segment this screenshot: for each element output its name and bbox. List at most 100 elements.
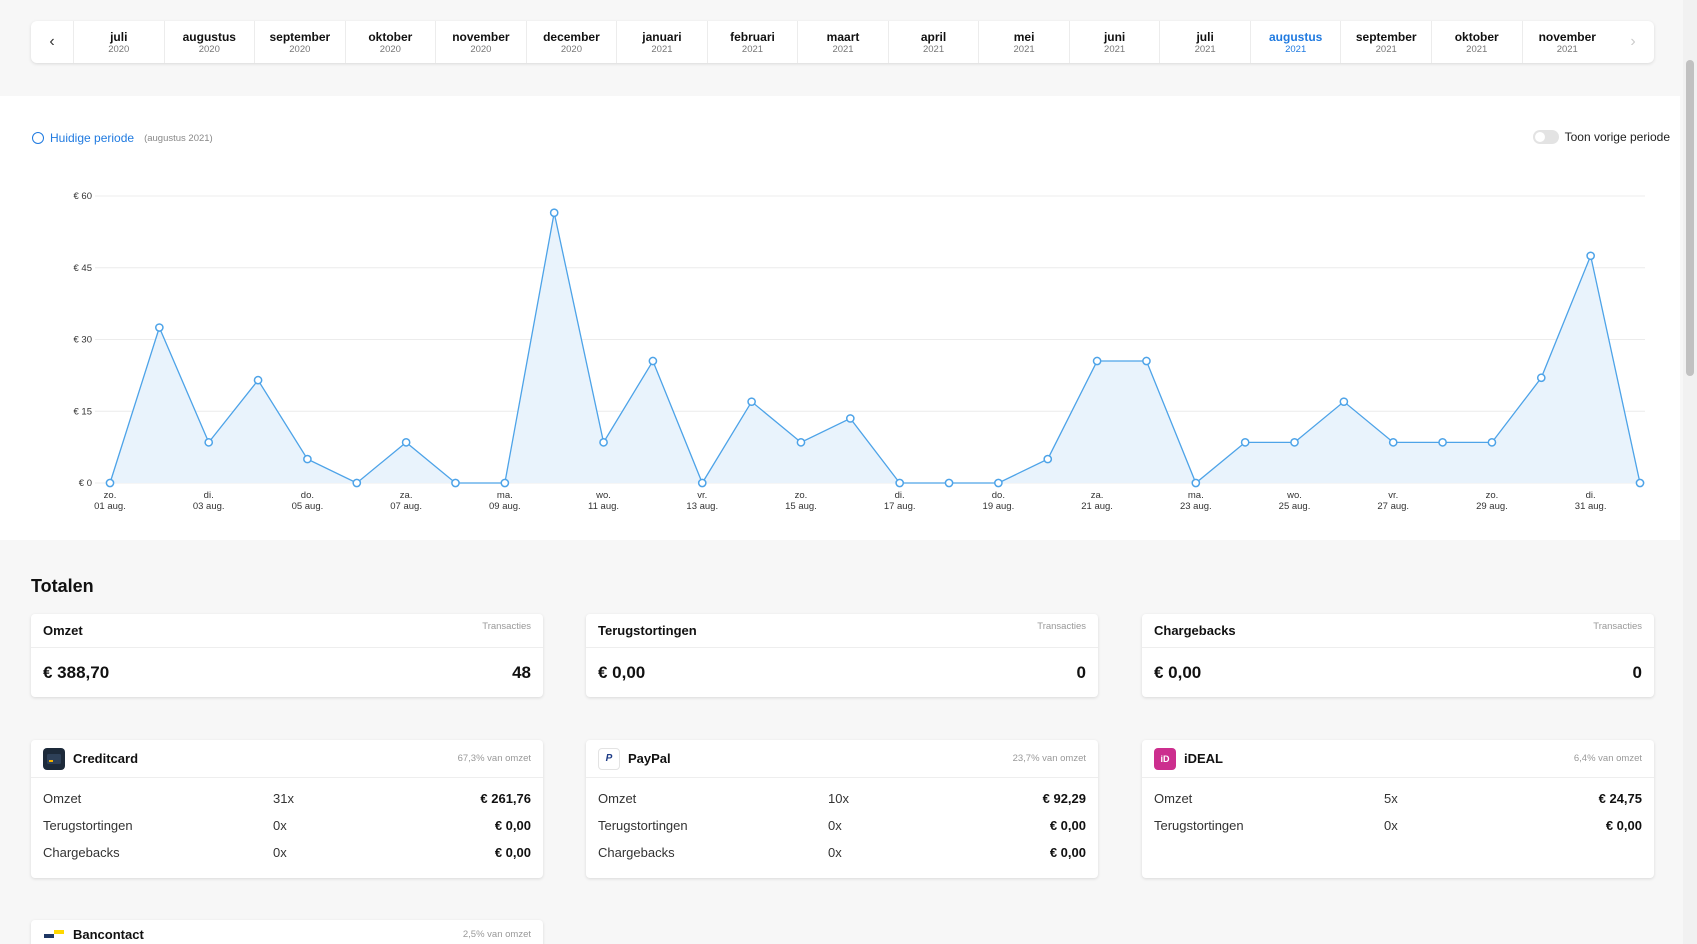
total-card-chargebacks: Chargebacks Transacties € 0,00 0 [1142,614,1654,697]
month-year: 2021 [922,43,945,55]
x-tick-date: 13 aug. [686,501,718,512]
data-point [1043,454,1053,464]
payment-method-name: Creditcard [73,751,139,766]
month-tab[interactable]: oktober 2020 [344,21,436,63]
month-tab[interactable]: september 2020 [254,21,345,63]
payment-row: Omzet 5x € 24,75 [1142,785,1654,812]
month-year: 2020 [108,43,130,55]
data-point [994,478,1003,488]
row-count: 10x [828,791,849,806]
month-tab[interactable]: juli 2021 [1159,21,1250,63]
card-count: 48 [512,662,531,682]
month-year: 2020 [289,43,311,55]
payment-method-card-paypal: P PayPal 23,7% van omzet Omzet 10x € 92,… [586,740,1098,878]
y-tick-label: € 0 [79,478,92,489]
month-tab[interactable]: augustus 2021 [1249,21,1341,63]
x-tick-date: 09 aug. [489,501,521,512]
month-year: 2021 [1285,43,1307,55]
month-tab[interactable]: april 2021 [887,21,979,63]
toggle-switch[interactable] [1532,130,1559,144]
data-point [352,478,362,488]
data-point [1339,397,1349,407]
month-tab[interactable]: juni 2021 [1068,21,1160,63]
month-tab[interactable]: november 2020 [435,21,526,63]
row-amount: € 0,00 [1049,845,1086,860]
scrollbar-thumb[interactable] [1686,60,1694,376]
paypal-icon: P [598,747,620,770]
row-count: 0x [273,845,287,860]
row-amount: € 0,00 [494,845,531,860]
card-count: 0 [1632,662,1642,682]
payment-row: Chargebacks 0x € 0,00 [31,839,543,866]
month-tab[interactable]: september 2021 [1340,21,1431,63]
chevron-right-icon[interactable]: › [1612,21,1654,63]
card-value: € 0,00 [1154,662,1202,682]
payment-method-card-bancontact: Bancontact 2,5% van omzet [31,920,543,944]
x-tick-day: za. [400,490,413,501]
current-period-legend[interactable]: Huidige periode (augustus 2021) [32,131,213,145]
month-tab[interactable]: december 2020 [525,21,617,63]
data-point [253,375,263,385]
previous-period-toggle[interactable]: Toon vorige periode [1532,130,1670,144]
chevron-left-icon[interactable]: ‹ [31,21,73,63]
month-tab[interactable]: januari 2021 [616,21,707,63]
payment-row: Chargebacks 0x € 0,00 [586,839,1098,866]
month-tab[interactable]: november 2021 [1521,21,1613,63]
row-label: Omzet [1154,791,1193,806]
row-label: Terugstortingen [43,818,133,833]
y-tick-label: € 30 [74,335,93,346]
month-name: november [1538,29,1596,44]
toggle-label: Toon vorige periode [1564,130,1670,144]
x-tick-date: 07 aug. [390,501,422,512]
row-count: 0x [1384,818,1398,833]
data-point [500,478,510,488]
data-point [1586,251,1595,261]
card-subtitle: Transacties [482,621,531,632]
month-name: maart [826,29,860,44]
month-name: oktober [368,29,413,44]
y-tick-label: € 45 [74,263,93,274]
month-name: augustus [182,29,236,44]
month-year: 2021 [741,43,764,55]
row-amount: € 261,76 [480,791,531,806]
x-tick-date: 05 aug. [292,501,324,512]
row-amount: € 24,75 [1598,791,1642,806]
x-tick-day: vr. [697,490,707,501]
creditcard-icon [43,747,65,770]
row-label: Terugstortingen [1154,818,1244,833]
payment-method-name: iDEAL [1184,751,1223,766]
month-navigation: ‹ juli 2020 augustus 2020 september 2020 oktob… [31,21,1654,63]
month-tab[interactable]: maart 2021 [797,21,888,63]
y-tick-label: € 15 [74,406,93,417]
month-tab[interactable]: oktober 2021 [1430,21,1522,63]
totals-title: Totalen [31,576,94,596]
month-tab[interactable]: augustus 2020 [163,21,255,63]
payment-row: Terugstortingen 0x € 0,00 [31,812,543,839]
month-year: 2021 [832,43,854,55]
month-tab[interactable]: juli 2020 [73,21,164,63]
month-tab[interactable]: februari 2021 [706,21,798,63]
payment-method-card-creditcard: Creditcard 67,3% van omzet Omzet 31x € 2… [31,740,543,878]
month-name: oktober [1454,29,1499,44]
data-point [303,454,312,464]
bancontact-icon [43,923,65,944]
row-label: Omzet [598,791,637,806]
data-point [105,478,115,488]
x-tick-date: 15 aug. [785,501,817,512]
y-tick-label: € 60 [74,191,93,202]
month-tab[interactable]: mei 2021 [978,21,1069,63]
x-tick-day: di. [1586,490,1596,501]
row-count: 0x [828,818,842,833]
card-subtitle: Transacties [1037,621,1086,632]
month-name: september [269,29,331,44]
row-amount: € 92,29 [1042,791,1086,806]
row-label: Terugstortingen [598,818,688,833]
x-tick-day: do. [301,490,314,501]
page-scrollbar[interactable] [1683,0,1697,944]
month-year: 2020 [379,43,401,55]
ideal-icon: iD [1154,747,1176,770]
x-tick-day: do. [992,490,1005,501]
data-point [845,414,855,423]
x-tick-date: 17 aug. [884,501,916,512]
month-name: mei [1013,29,1035,44]
